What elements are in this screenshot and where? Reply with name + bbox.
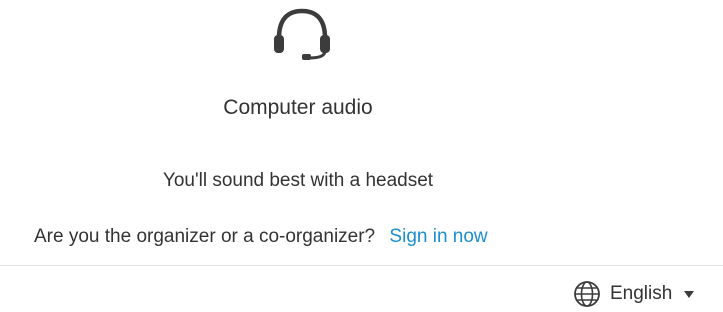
language-label: English: [610, 283, 673, 304]
divider: [0, 265, 723, 266]
sign-in-link[interactable]: Sign in now: [389, 226, 487, 247]
globe-icon: [574, 281, 600, 307]
headset-icon: [274, 8, 330, 60]
organizer-question: Are you the organizer or a co-organizer?: [34, 226, 376, 247]
language-selector[interactable]: English: [572, 278, 695, 310]
headset-hint: You'll sound best with a headset: [162, 170, 434, 191]
caret-down-icon: [684, 290, 695, 298]
computer-audio-title: Computer audio: [223, 96, 373, 119]
organizer-prompt-row: Are you the organizer or a co-organizer?…: [34, 226, 488, 248]
